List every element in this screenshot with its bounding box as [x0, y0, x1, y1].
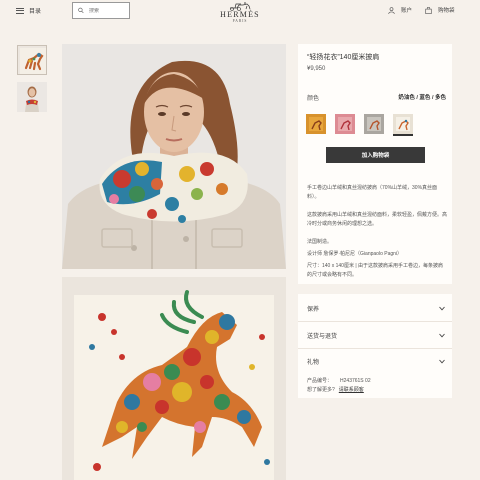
brand-name: HERMÈS	[220, 10, 260, 19]
swatch-cream-image	[393, 114, 413, 134]
description-origin: 法国制造。	[307, 239, 333, 245]
chevron-down-icon	[439, 359, 445, 364]
product-price: ¥9,950	[307, 66, 326, 72]
description-size: 尺寸：140 x 140厘米 | 由于这款披肩采用手工卷边，每条披肩的尺寸或会略…	[307, 263, 444, 278]
swatch-orange[interactable]	[306, 114, 326, 134]
product-code-value: H243761S 02	[340, 378, 371, 384]
accordion-care-label: 保养	[307, 307, 320, 313]
horse-scarf-image	[62, 277, 286, 480]
model-wearing-scarf-image	[62, 44, 286, 269]
model-thumbnail-image	[17, 82, 47, 112]
contact-link[interactable]: 请联系顾客	[339, 387, 364, 393]
product-info-panel: “轻扬花衣”140厘米披肩 ¥9,950 颜色 奶油色 / 蓝色 / 多色 加入…	[298, 44, 452, 284]
product-code-label: 产品编号：	[307, 378, 333, 384]
help-line: 想了解更多? 请联系顾客	[307, 386, 364, 393]
brand-logo[interactable]: HERMÈS PARIS	[215, 1, 265, 23]
chevron-down-icon	[439, 306, 445, 311]
divider	[298, 321, 452, 322]
search-icon	[78, 7, 84, 14]
account-button[interactable]: 账户	[388, 6, 412, 14]
product-photo-scarf	[62, 277, 286, 480]
color-value: 奶油色 / 蓝色 / 多色	[398, 95, 446, 101]
description-composition: 手工卷边山羊绒和真丝混纺披肩（70%山羊绒，30%真丝面料）。	[307, 185, 438, 200]
product-extra-panel: 保养 送货与退货 礼物 产品编号： H243761S 02 想了解更多? 请联系顾客	[298, 294, 452, 398]
product-code: 产品编号： H243761S 02	[307, 377, 371, 384]
account-label: 账户	[401, 8, 413, 14]
swatch-cream-selected[interactable]	[393, 114, 413, 136]
bag-icon	[425, 6, 432, 14]
cart-button[interactable]: 购物袋	[425, 6, 455, 14]
swatch-pink-image	[335, 114, 355, 134]
brand-city: PARIS	[232, 19, 248, 23]
search-box[interactable]	[72, 2, 130, 19]
product-title: “轻扬花衣”140厘米披肩	[307, 54, 380, 61]
chevron-down-icon	[439, 333, 445, 338]
swatch-grey[interactable]	[364, 114, 384, 134]
add-to-cart-button[interactable]: 加入购物袋	[326, 147, 425, 163]
menu-label: 目录	[29, 9, 42, 15]
thumbnail-scarf[interactable]	[17, 45, 47, 75]
swatch-grey-image	[364, 114, 384, 134]
help-label: 想了解更多?	[307, 387, 335, 393]
accordion-shipping[interactable]: 送货与退货	[307, 331, 445, 340]
accordion-gift-label: 礼物	[307, 360, 320, 366]
product-photo-model	[62, 44, 286, 269]
swatch-pink[interactable]	[335, 114, 355, 134]
description-designer: 设计师 詹保罗·帕尼尼（Gianpaolo Pagni）	[307, 251, 403, 257]
accordion-care[interactable]: 保养	[307, 304, 445, 313]
hamburger-icon	[16, 7, 24, 14]
menu-button[interactable]: 目录	[16, 6, 41, 15]
swatch-orange-image	[306, 114, 326, 134]
color-label: 颜色	[307, 96, 320, 102]
description-details: 这款披肩采用山羊绒和真丝混纺面料，柔软轻盈，佩戴方便。高冷时分或商务休闲的理想之…	[307, 212, 448, 227]
top-header: 目录 HERMÈS PARIS 账户 购物袋	[0, 0, 480, 26]
horse-thumbnail-image	[20, 48, 46, 74]
cart-label: 购物袋	[438, 8, 455, 14]
divider	[298, 348, 452, 349]
user-icon	[388, 6, 395, 14]
search-input[interactable]	[89, 7, 129, 14]
thumbnail-model[interactable]	[17, 82, 47, 112]
accordion-gift[interactable]: 礼物	[307, 357, 445, 366]
accordion-shipping-label: 送货与退货	[307, 334, 338, 340]
